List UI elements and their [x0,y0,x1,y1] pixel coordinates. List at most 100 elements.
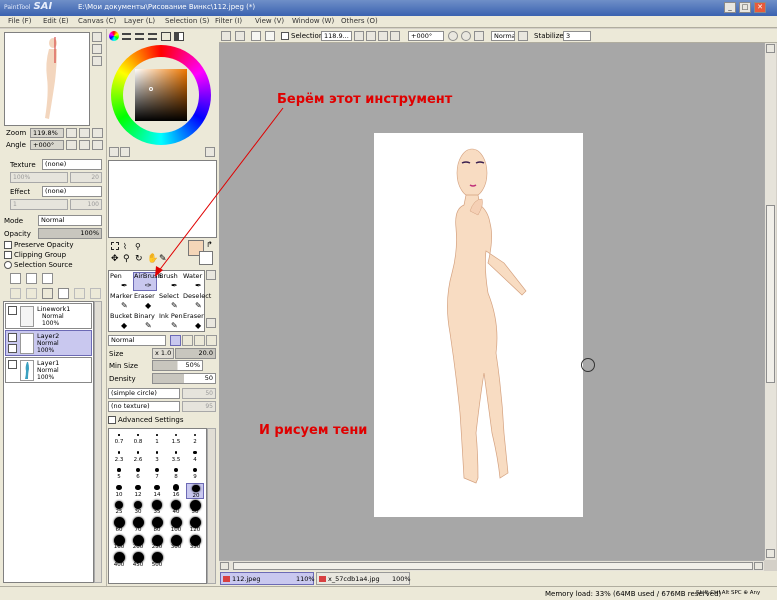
clipping-group-checkbox[interactable] [4,251,12,259]
brush-size-cell[interactable]: 400 [110,552,128,570]
invert-selection-icon[interactable] [265,31,275,41]
canvas-horizontal-scrollbar[interactable] [219,560,764,571]
shape-flat-icon[interactable] [194,335,205,346]
brush-size-cell[interactable]: 1.5 [167,430,185,447]
brush-size-cell[interactable]: 80 [148,517,166,535]
effect-select[interactable]: (none) [42,186,102,197]
hand-icon[interactable]: ✋ [147,254,158,264]
brush-mode-select[interactable]: Normal [108,335,166,346]
selection-source-checkbox[interactable] [4,261,12,269]
tool-grid-up[interactable] [206,270,216,280]
scratch-expand-button[interactable] [205,147,215,157]
brush-size-cell[interactable]: 450 [129,552,147,570]
brush-size-cell[interactable]: 250 [148,534,166,552]
scroll-up-button[interactable] [766,44,775,53]
brush-size-cell[interactable]: 20 [186,482,204,499]
scroll-left-button[interactable] [220,562,229,570]
min-size-slider[interactable]: 50% [152,360,203,371]
scratch-button-2[interactable] [120,147,130,157]
transfer-down-icon[interactable] [26,288,37,299]
brush-size-cell[interactable]: 10 [110,483,128,500]
horizontal-scroll-thumb[interactable] [233,562,753,570]
layer-list-scrollbar[interactable] [94,301,102,583]
toolbar-fit[interactable] [390,31,400,41]
new-linework-icon[interactable] [26,273,37,284]
zoom-in-button[interactable] [79,128,90,138]
shape-square-icon[interactable] [206,335,217,346]
new-layer-icon[interactable] [10,273,21,284]
brush-size-cell[interactable]: 100 [167,517,185,535]
doc-tab-x57[interactable]: x_57cdb1a4.jpg 100% [316,572,411,585]
tool-eraser-2[interactable]: Eraser [183,312,204,320]
menu-window[interactable]: Window (W) [292,17,334,25]
selection-checkbox[interactable] [281,32,289,40]
toolbar-angle-field[interactable]: +000° [408,31,444,41]
doc-tab-112[interactable]: 112.jpeg 110% [220,572,315,585]
swatches-tab-icon[interactable] [161,32,171,41]
hsv-slider-tab-icon[interactable] [135,33,144,40]
magic-wand-icon[interactable]: ⚲ [135,242,141,251]
density-slider[interactable]: 50 [152,373,216,384]
rgb-slider-tab-icon[interactable] [122,33,131,40]
nav-button-3[interactable] [92,56,102,66]
close-button[interactable]: ✕ [754,2,766,13]
move-icon[interactable]: ✥ [111,254,119,264]
eye-icon[interactable] [8,333,17,342]
menu-filter[interactable]: Filter (I) [215,17,242,25]
trash-icon[interactable] [58,288,69,299]
brush-size-cell[interactable]: 6 [129,465,147,482]
brush-size-cell[interactable]: 9 [186,465,204,482]
brush-size-cell[interactable]: 160 [110,534,128,552]
brush-size-cell[interactable]: 8 [167,465,185,482]
merge-down-icon[interactable] [42,288,53,299]
pen-lock-icon[interactable] [8,344,17,353]
tool-airbrush[interactable]: AirBrush [134,272,162,280]
brush-size-cell[interactable]: 30 [129,500,147,517]
clear-layer-icon[interactable] [74,288,85,299]
brush-size-cell[interactable]: 350 [186,534,204,552]
brush-size-cell[interactable]: 0.8 [129,430,147,447]
scratchpad-tab-icon[interactable] [174,32,184,41]
swap-colors-icon[interactable]: ↱ [206,240,213,249]
brush-size-cell[interactable]: 3.5 [167,448,185,465]
size-multiplier[interactable]: x 1.0 [152,348,174,359]
tool-water[interactable]: Water [183,272,202,280]
rotate-icon[interactable]: ↻ [135,254,143,264]
advanced-settings-checkbox[interactable] [108,416,116,424]
zoom-reset-button[interactable] [92,128,103,138]
saturation-value-square[interactable] [135,69,187,121]
menu-layer[interactable]: Layer (L) [124,17,155,25]
stabilizer-select[interactable]: 3 [563,31,591,41]
nav-button-1[interactable] [92,32,102,42]
tool-binary[interactable]: Binary [134,312,155,320]
redo-icon[interactable] [235,31,245,41]
eye-icon[interactable] [8,360,17,369]
brush-size-cell[interactable]: 0.7 [110,430,128,447]
zoom-out-button[interactable] [66,128,77,138]
brush-size-cell[interactable]: 70 [129,517,147,535]
canvas-vertical-scrollbar[interactable] [764,43,776,560]
tool-eraser[interactable]: Eraser [134,292,155,300]
brush-texture-select[interactable]: (no texture) [108,401,180,412]
brush-size-cell[interactable]: 1 [148,430,166,447]
brush-size-scrollbar[interactable] [207,428,216,584]
scratchpad[interactable] [108,160,217,238]
scratch-button-1[interactable] [109,147,119,157]
tool-pen[interactable]: Pen [110,272,122,280]
toolbar-zoom-out[interactable] [354,31,364,41]
layer-option-icon[interactable] [90,288,101,299]
eyedropper-icon[interactable]: ✎ [159,254,167,264]
brush-size-cell[interactable]: 2.6 [129,448,147,465]
toolbar-mode-dropdown[interactable] [518,31,528,41]
opacity-slider[interactable]: 100% [38,228,102,239]
brush-size-cell[interactable]: 60 [110,517,128,535]
toolbar-mode-select[interactable]: Normal [491,31,515,41]
navigator-preview[interactable] [4,32,90,126]
menu-edit[interactable]: Edit (E) [43,17,69,25]
menu-view[interactable]: View (V) [255,17,284,25]
scroll-down-button[interactable] [766,549,775,558]
brush-size-cell[interactable]: 35 [148,500,166,517]
brush-size-cell[interactable]: 12 [129,483,147,500]
zoom-tool-icon[interactable]: ⚲ [123,254,130,264]
shape-sharp-icon[interactable] [170,335,181,346]
